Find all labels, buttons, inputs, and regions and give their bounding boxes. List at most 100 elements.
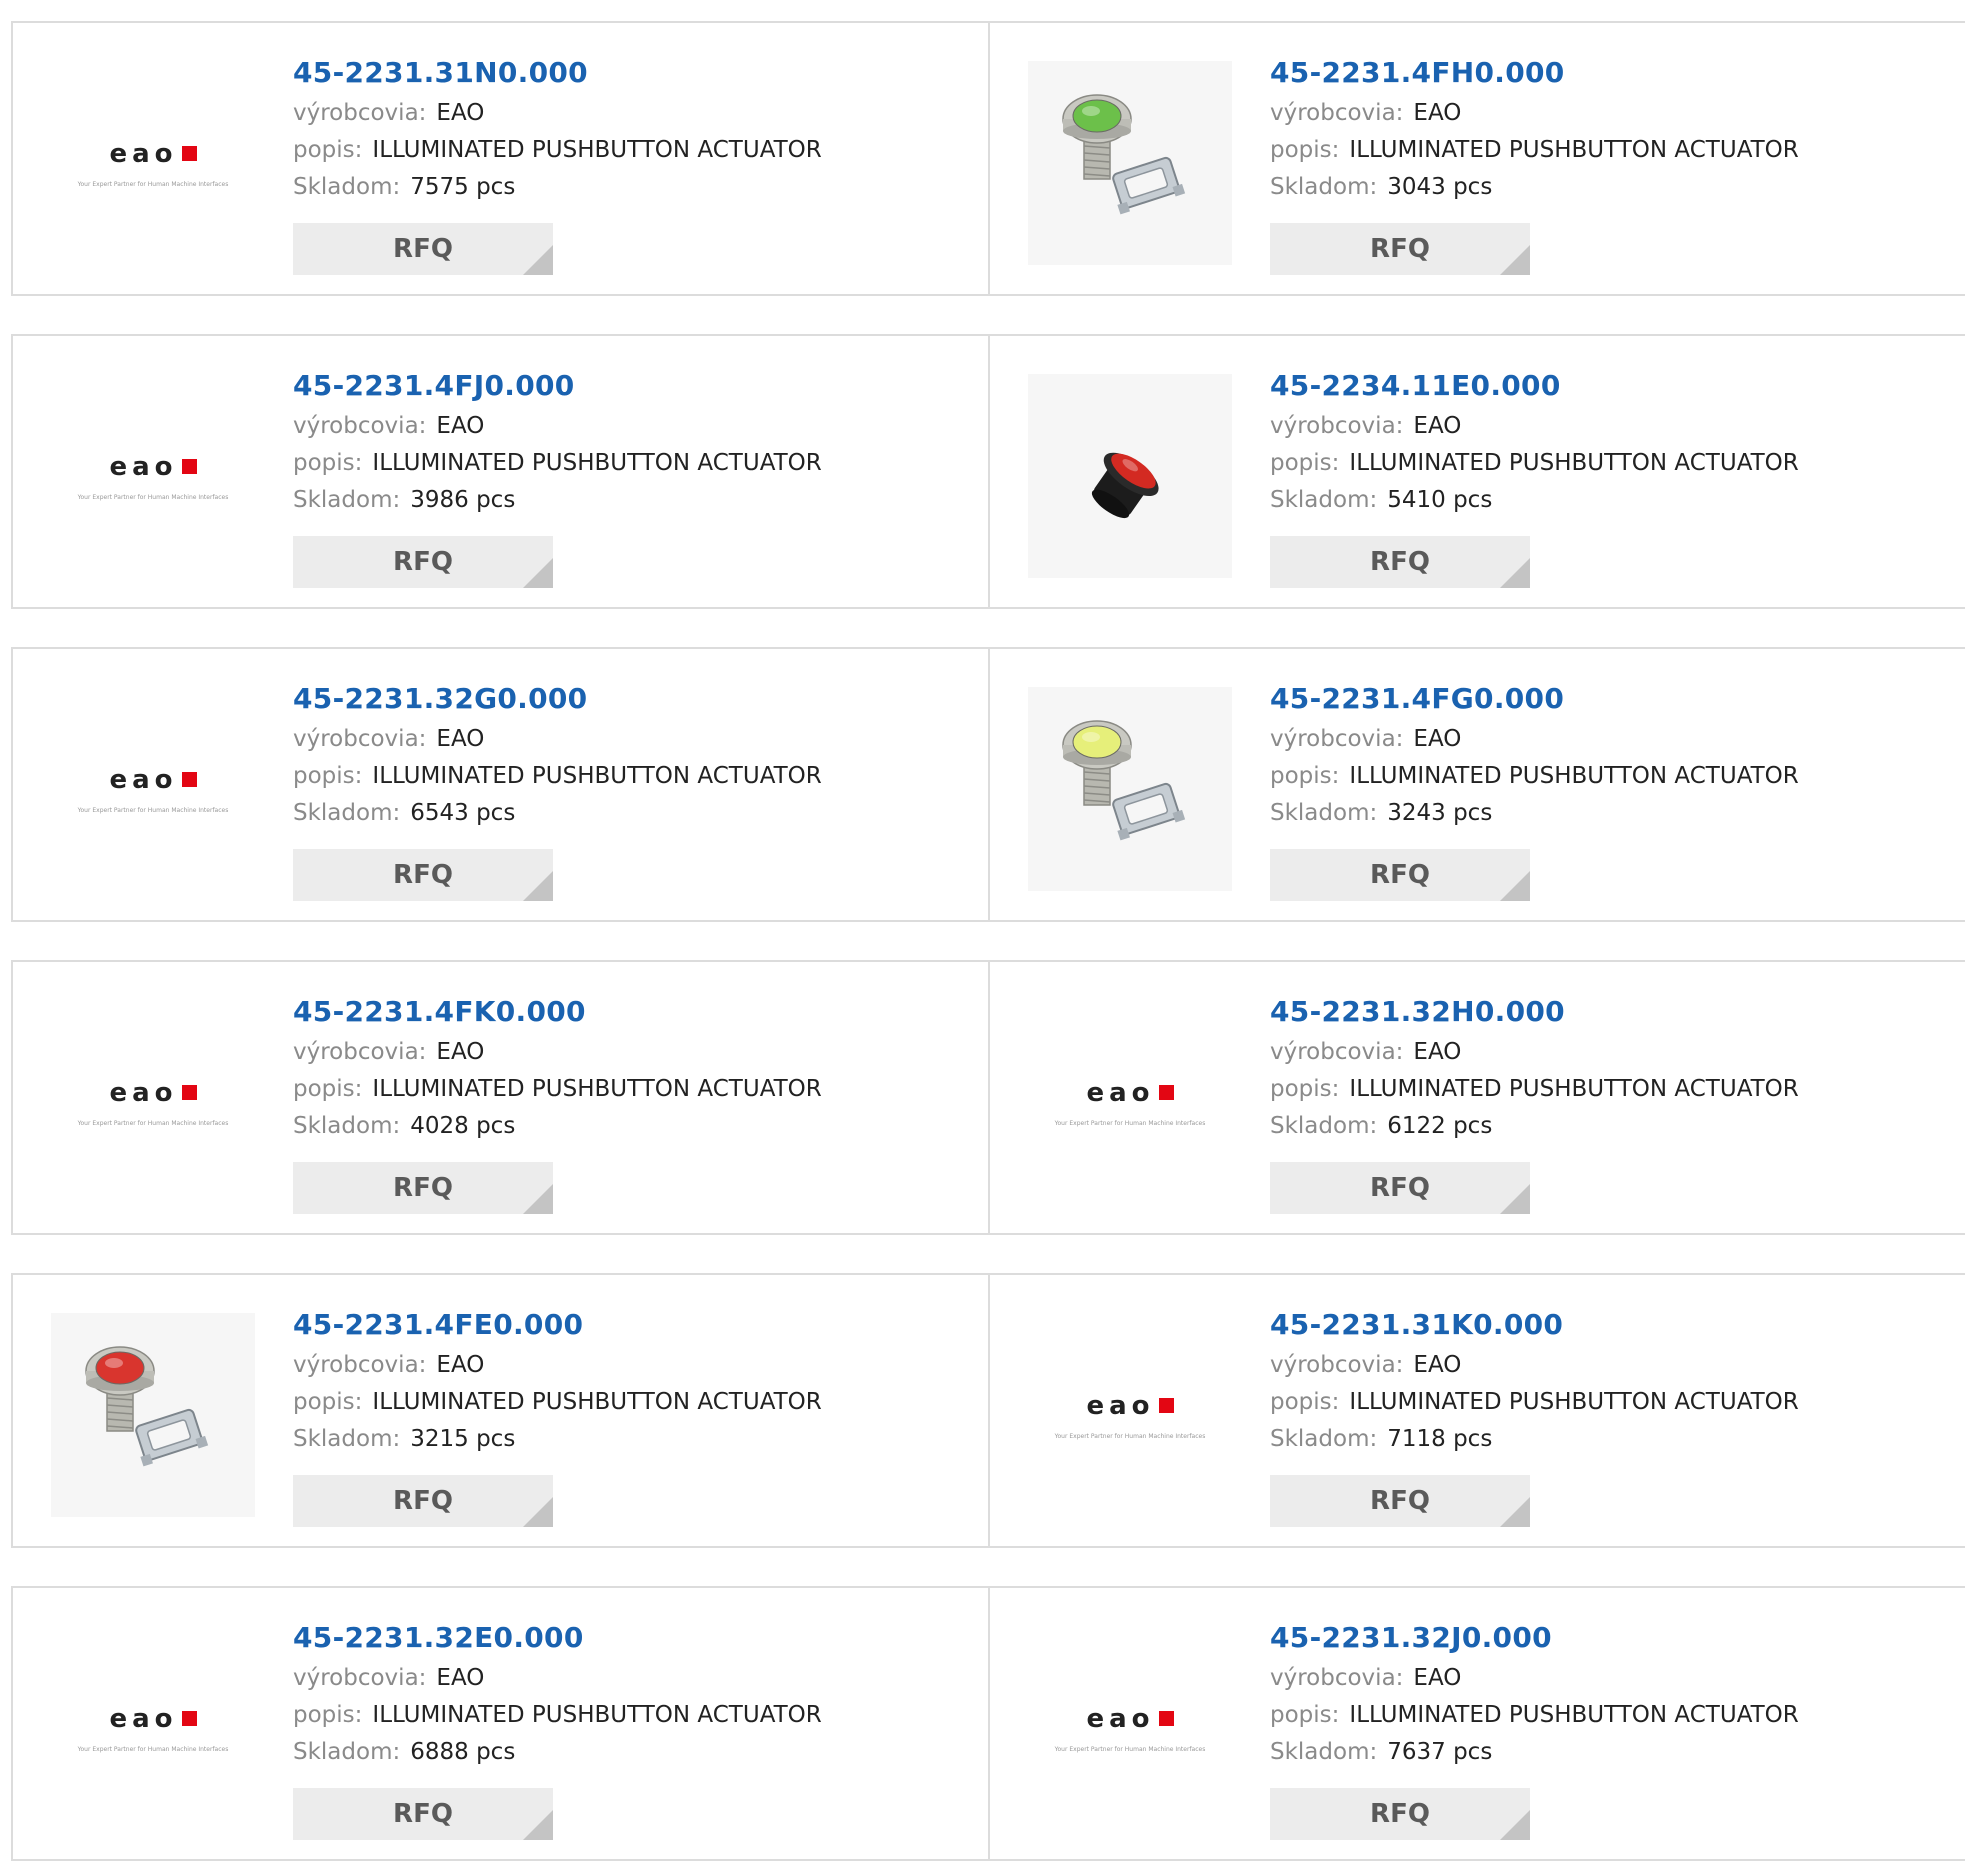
product-image[interactable] [1028,374,1232,578]
rfq-label: RFQ [1370,860,1430,890]
corner-fold-icon [1500,1497,1530,1527]
description-value: ILLUMINATED PUSHBUTTON ACTUATOR [372,1076,822,1102]
logo-square-icon [181,146,197,161]
part-number-link[interactable]: 45-2231.31N0.000 [293,51,973,95]
logo-wordmark: eao [109,1703,178,1734]
description-value: ILLUMINATED PUSHBUTTON ACTUATOR [1349,1076,1799,1102]
eao-logo: eao Your Expert Partner for Human Machine… [1028,1704,1232,1753]
product-info: 45-2231.4FG0.000 výrobcovia: EAO popis: IL… [1270,677,1950,832]
manufacturer-line: výrobcovia: EAO [293,408,973,445]
description-label: popis: [1270,1702,1340,1728]
rfq-button[interactable]: RFQ [293,1162,553,1214]
logo-wordmark: eao [109,451,178,482]
logo-square-icon [181,1711,197,1726]
product-image[interactable]: eao Your Expert Partner for Human Machine… [1028,1313,1232,1517]
manufacturer-value: EAO [1413,413,1462,439]
corner-fold-icon [523,245,553,275]
rfq-button[interactable]: RFQ [1270,1475,1530,1527]
product-image[interactable]: eao Your Expert Partner for Human Machine… [1028,1000,1232,1204]
stock-label: Skladom: [1270,174,1378,200]
description-line: popis: ILLUMINATED PUSHBUTTON ACTUATOR [1270,132,1950,169]
product-card: eao Your Expert Partner for Human Machine… [990,1275,1965,1546]
product-image[interactable] [1028,687,1232,891]
rfq-button[interactable]: RFQ [1270,849,1530,901]
manufacturer-value: EAO [436,1665,485,1691]
description-value: ILLUMINATED PUSHBUTTON ACTUATOR [1349,763,1799,789]
stock-line: Skladom: 6122 pcs [1270,1108,1950,1145]
manufacturer-value: EAO [1413,100,1462,126]
part-number-link[interactable]: 45-2231.31K0.000 [1270,1303,1950,1347]
rfq-button[interactable]: RFQ [293,1475,553,1527]
description-value: ILLUMINATED PUSHBUTTON ACTUATOR [1349,137,1799,163]
description-label: popis: [1270,763,1340,789]
corner-fold-icon [1500,558,1530,588]
rfq-label: RFQ [393,1486,453,1516]
stock-label: Skladom: [1270,487,1378,513]
stock-line: Skladom: 6543 pcs [293,795,973,832]
rfq-button[interactable]: RFQ [1270,536,1530,588]
rfq-button[interactable]: RFQ [1270,223,1530,275]
product-image[interactable]: eao Your Expert Partner for Human Machine… [51,687,255,891]
description-line: popis: ILLUMINATED PUSHBUTTON ACTUATOR [293,1384,973,1421]
description-value: ILLUMINATED PUSHBUTTON ACTUATOR [372,450,822,476]
rfq-button[interactable]: RFQ [293,536,553,588]
part-number-link[interactable]: 45-2231.32H0.000 [1270,990,1950,1034]
rfq-button[interactable]: RFQ [293,849,553,901]
manufacturer-value: EAO [1413,1039,1462,1065]
description-line: popis: ILLUMINATED PUSHBUTTON ACTUATOR [293,1697,973,1734]
stock-line: Skladom: 7118 pcs [1270,1421,1950,1458]
manufacturer-line: výrobcovia: EAO [293,1034,973,1071]
part-number-link[interactable]: 45-2231.4FG0.000 [1270,677,1950,721]
stock-value: 7637 pcs [1387,1739,1493,1765]
product-image[interactable] [51,1313,255,1517]
description-value: ILLUMINATED PUSHBUTTON ACTUATOR [1349,1389,1799,1415]
part-number-link[interactable]: 45-2231.4FH0.000 [1270,51,1950,95]
stock-label: Skladom: [293,1113,401,1139]
part-number-link[interactable]: 45-2231.4FJ0.000 [293,364,973,408]
stock-value: 6543 pcs [410,800,516,826]
product-card: 45-2231.4FG0.000 výrobcovia: EAO popis: IL… [990,649,1965,920]
eao-logo: eao Your Expert Partner for Human Machine… [51,1078,255,1127]
manufacturer-line: výrobcovia: EAO [1270,721,1950,758]
rfq-button[interactable]: RFQ [293,1788,553,1840]
corner-fold-icon [1500,1810,1530,1840]
part-number-link[interactable]: 45-2231.4FK0.000 [293,990,973,1034]
part-number-link[interactable]: 45-2231.32J0.000 [1270,1616,1950,1660]
corner-fold-icon [1500,245,1530,275]
logo-square-icon [181,459,197,474]
logo-tagline: Your Expert Partner for Human Machine In… [77,806,229,814]
eao-logo: eao Your Expert Partner for Human Machine… [51,1704,255,1753]
product-image[interactable]: eao Your Expert Partner for Human Machine… [1028,1626,1232,1830]
manufacturer-value: EAO [436,726,485,752]
product-image[interactable]: eao Your Expert Partner for Human Machine… [51,61,255,265]
product-card: eao Your Expert Partner for Human Machine… [13,23,990,294]
part-number-link[interactable]: 45-2231.4FE0.000 [293,1303,973,1347]
rfq-label: RFQ [1370,234,1430,264]
rfq-button[interactable]: RFQ [1270,1162,1530,1214]
rfq-button[interactable]: RFQ [293,223,553,275]
product-image[interactable] [1028,61,1232,265]
description-line: popis: ILLUMINATED PUSHBUTTON ACTUATOR [1270,1384,1950,1421]
part-number-link[interactable]: 45-2234.11E0.000 [1270,364,1950,408]
product-card: eao Your Expert Partner for Human Machine… [990,1588,1965,1859]
description-label: popis: [1270,1076,1340,1102]
manufacturer-label: výrobcovia: [293,413,427,439]
manufacturer-label: výrobcovia: [293,1352,427,1378]
corner-fold-icon [523,1497,553,1527]
logo-tagline: Your Expert Partner for Human Machine In… [77,493,229,501]
product-image[interactable]: eao Your Expert Partner for Human Machine… [51,374,255,578]
rfq-button[interactable]: RFQ [1270,1788,1530,1840]
product-info: 45-2231.31N0.000 výrobcovia: EAO popis: IL… [293,51,973,206]
product-row: eao Your Expert Partner for Human Machine… [11,647,1965,922]
product-image[interactable]: eao Your Expert Partner for Human Machine… [51,1000,255,1204]
corner-fold-icon [1500,871,1530,901]
eao-logo: eao Your Expert Partner for Human Machine… [51,765,255,814]
description-line: popis: ILLUMINATED PUSHBUTTON ACTUATOR [293,758,973,795]
product-card: eao Your Expert Partner for Human Machine… [13,649,990,920]
product-image[interactable]: eao Your Expert Partner for Human Machine… [51,1626,255,1830]
part-number-link[interactable]: 45-2231.32G0.000 [293,677,973,721]
product-card: eao Your Expert Partner for Human Machine… [13,336,990,607]
part-number-link[interactable]: 45-2231.32E0.000 [293,1616,973,1660]
product-info: 45-2231.4FE0.000 výrobcovia: EAO popis: IL… [293,1303,973,1458]
description-value: ILLUMINATED PUSHBUTTON ACTUATOR [372,1389,822,1415]
